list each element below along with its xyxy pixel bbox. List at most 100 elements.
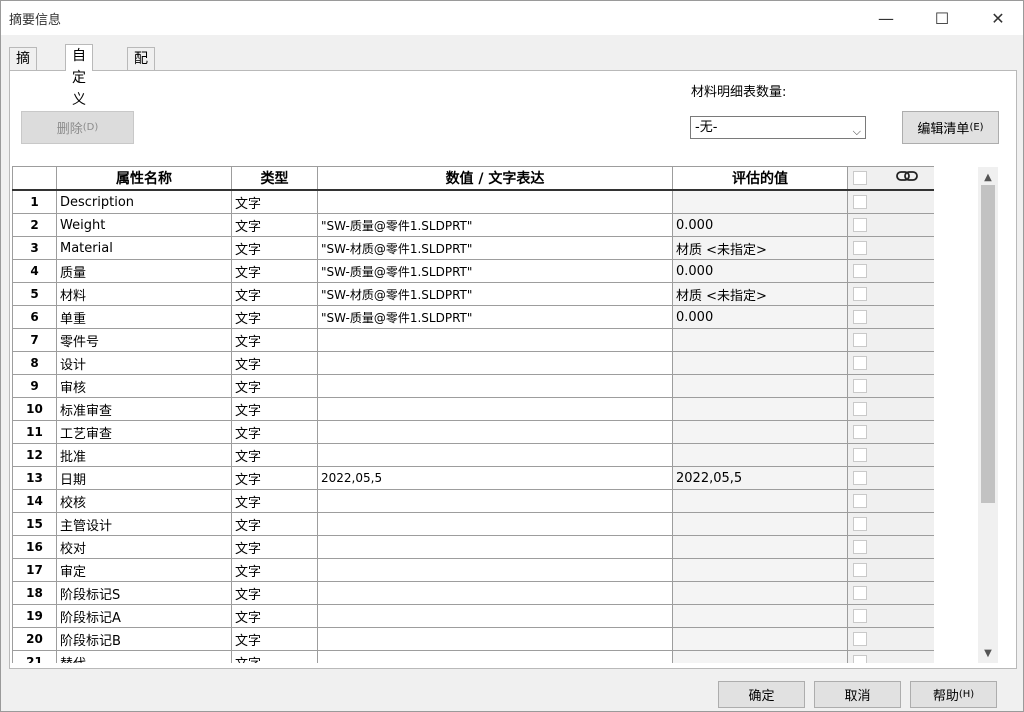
link-checkbox[interactable]: [853, 356, 867, 370]
type-cell[interactable]: 文字: [231, 328, 318, 352]
link-checkbox[interactable]: [853, 517, 867, 531]
expression-cell[interactable]: [317, 558, 673, 582]
table-row[interactable]: 13 日期 文字 2022,05,5 2022,05,5: [12, 466, 934, 490]
table-row[interactable]: 2 Weight 文字 "SW-质量@零件1.SLDPRT" 0.000: [12, 213, 934, 237]
expression-cell[interactable]: [317, 650, 673, 663]
table-row[interactable]: 18 阶段标记S 文字: [12, 581, 934, 605]
property-name-cell[interactable]: 单重: [56, 305, 232, 329]
link-checkbox[interactable]: [853, 264, 867, 278]
expression-cell[interactable]: [317, 489, 673, 513]
link-all-checkbox[interactable]: [853, 171, 867, 185]
type-cell[interactable]: 文字: [231, 535, 318, 559]
link-checkbox[interactable]: [853, 241, 867, 255]
property-name-cell[interactable]: 质量: [56, 259, 232, 283]
tab-config-specific[interactable]: 配置特定: [127, 47, 155, 133]
property-name-cell[interactable]: 阶段标记A: [56, 604, 232, 628]
link-checkbox[interactable]: [853, 195, 867, 209]
expression-cell[interactable]: [317, 604, 673, 628]
expression-cell[interactable]: [317, 189, 673, 214]
property-name-cell[interactable]: 材料: [56, 282, 232, 306]
property-name-cell[interactable]: 审核: [56, 374, 232, 398]
column-header-type[interactable]: 类型: [231, 166, 318, 191]
property-name-cell[interactable]: 阶段标记S: [56, 581, 232, 605]
column-header-prop[interactable]: 属性名称: [56, 166, 232, 191]
link-checkbox[interactable]: [853, 563, 867, 577]
link-checkbox[interactable]: [853, 448, 867, 462]
link-checkbox[interactable]: [853, 310, 867, 324]
property-name-cell[interactable]: 标准审查: [56, 397, 232, 421]
table-row[interactable]: 12 批准 文字: [12, 443, 934, 467]
maximize-icon[interactable]: ☐: [919, 1, 965, 35]
property-name-cell[interactable]: Description: [56, 189, 232, 214]
table-row[interactable]: 20 阶段标记B 文字: [12, 627, 934, 651]
property-name-cell[interactable]: 替代: [56, 650, 232, 663]
scroll-up-icon[interactable]: ▲: [978, 169, 998, 185]
close-icon[interactable]: ✕: [975, 1, 1021, 35]
ok-button[interactable]: 确定: [718, 681, 805, 708]
column-header-expr[interactable]: 数值 / 文字表达: [317, 166, 673, 191]
table-row[interactable]: 10 标准审查 文字: [12, 397, 934, 421]
expression-cell[interactable]: [317, 374, 673, 398]
type-cell[interactable]: 文字: [231, 558, 318, 582]
table-row[interactable]: 11 工艺审查 文字: [12, 420, 934, 444]
link-checkbox[interactable]: [853, 218, 867, 232]
expression-cell[interactable]: "SW-材质@零件1.SLDPRT": [317, 282, 673, 306]
link-checkbox[interactable]: [853, 402, 867, 416]
link-checkbox[interactable]: [853, 655, 867, 663]
expression-cell[interactable]: "SW-质量@零件1.SLDPRT": [317, 213, 673, 237]
expression-cell[interactable]: 2022,05,5: [317, 466, 673, 490]
table-row[interactable]: 6 单重 文字 "SW-质量@零件1.SLDPRT" 0.000: [12, 305, 934, 329]
table-row[interactable]: 7 零件号 文字: [12, 328, 934, 352]
bom-quantity-select[interactable]: -无- ⌵: [690, 116, 866, 139]
type-cell[interactable]: 文字: [231, 305, 318, 329]
property-name-cell[interactable]: 审定: [56, 558, 232, 582]
property-name-cell[interactable]: 主管设计: [56, 512, 232, 536]
expression-cell[interactable]: [317, 443, 673, 467]
type-cell[interactable]: 文字: [231, 466, 318, 490]
link-checkbox[interactable]: [853, 379, 867, 393]
type-cell[interactable]: 文字: [231, 189, 318, 214]
link-checkbox[interactable]: [853, 471, 867, 485]
expression-cell[interactable]: [317, 397, 673, 421]
type-cell[interactable]: 文字: [231, 581, 318, 605]
type-cell[interactable]: 文字: [231, 627, 318, 651]
type-cell[interactable]: 文字: [231, 489, 318, 513]
table-row[interactable]: 17 审定 文字: [12, 558, 934, 582]
property-name-cell[interactable]: 阶段标记B: [56, 627, 232, 651]
cancel-button[interactable]: 取消: [814, 681, 901, 708]
vertical-scrollbar[interactable]: ▲ ▼: [978, 167, 998, 663]
type-cell[interactable]: 文字: [231, 397, 318, 421]
expression-cell[interactable]: [317, 627, 673, 651]
property-name-cell[interactable]: Weight: [56, 213, 232, 237]
table-row[interactable]: 3 Material 文字 "SW-材质@零件1.SLDPRT" 材质 <未指定>: [12, 236, 934, 260]
property-name-cell[interactable]: 批准: [56, 443, 232, 467]
link-checkbox[interactable]: [853, 540, 867, 554]
expression-cell[interactable]: "SW-质量@零件1.SLDPRT": [317, 259, 673, 283]
property-name-cell[interactable]: 设计: [56, 351, 232, 375]
table-row[interactable]: 5 材料 文字 "SW-材质@零件1.SLDPRT" 材质 <未指定>: [12, 282, 934, 306]
type-cell[interactable]: 文字: [231, 282, 318, 306]
link-checkbox[interactable]: [853, 609, 867, 623]
link-checkbox[interactable]: [853, 586, 867, 600]
type-cell[interactable]: 文字: [231, 604, 318, 628]
expression-cell[interactable]: "SW-质量@零件1.SLDPRT": [317, 305, 673, 329]
table-row[interactable]: 9 审核 文字: [12, 374, 934, 398]
property-name-cell[interactable]: 日期: [56, 466, 232, 490]
edit-list-button[interactable]: 编辑清单 (E): [902, 111, 999, 144]
type-cell[interactable]: 文字: [231, 420, 318, 444]
link-checkbox[interactable]: [853, 494, 867, 508]
type-cell[interactable]: 文字: [231, 213, 318, 237]
property-name-cell[interactable]: 校核: [56, 489, 232, 513]
type-cell[interactable]: 文字: [231, 512, 318, 536]
expression-cell[interactable]: [317, 535, 673, 559]
tab-custom[interactable]: 自定义: [65, 44, 93, 108]
select-all-header[interactable]: [12, 166, 57, 191]
expression-cell[interactable]: [317, 328, 673, 352]
property-name-cell[interactable]: 零件号: [56, 328, 232, 352]
table-row[interactable]: 15 主管设计 文字: [12, 512, 934, 536]
table-row[interactable]: 21替代文字: [12, 650, 934, 663]
table-row[interactable]: 14 校核 文字: [12, 489, 934, 513]
property-name-cell[interactable]: 工艺审查: [56, 420, 232, 444]
scrollbar-thumb[interactable]: [981, 185, 995, 503]
link-checkbox[interactable]: [853, 287, 867, 301]
